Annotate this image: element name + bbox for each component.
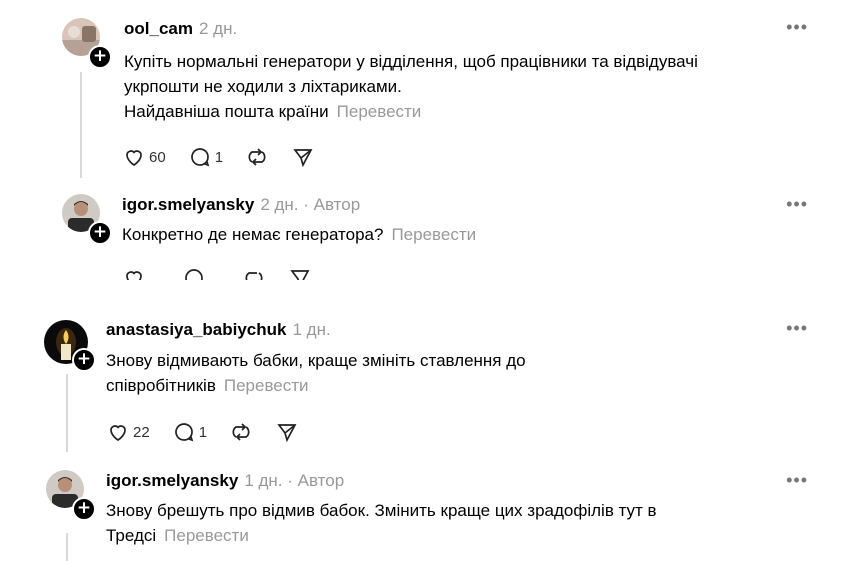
like-count: 60 [149,148,166,166]
reply-button[interactable] [182,266,206,280]
more-horizontal-icon[interactable]: ••• [786,318,808,339]
comment-text: Знову брешуть про відмив бабок. Змінить … [106,498,657,548]
send-icon [290,270,310,280]
timestamp: 2 дн. [198,19,238,38]
text-line-last: Найдавніша пошта країни Перевести [124,99,698,124]
share-button[interactable] [291,145,315,169]
follow-plus-icon[interactable]: + [72,497,96,521]
heart-icon [126,271,142,280]
follow-plus-icon[interactable]: + [72,348,96,372]
text-line: Знову брешуть про відмив бабок. Змінить … [106,501,657,520]
comment-meta: igor.smelyansky 2 дн. · Автор [122,195,360,215]
author-badge: · Автор [287,471,345,490]
comment-meta: anastasiya_babiychuk 1 дн. [106,320,331,340]
share-button[interactable] [275,420,299,444]
heart-icon [126,150,142,167]
timestamp: 2 дн. [260,195,299,214]
like-button[interactable]: 22 [106,420,150,444]
share-button[interactable] [288,266,312,280]
text-line: співробітників [106,376,216,395]
comment-icon [190,148,210,167]
more-horizontal-icon[interactable]: ••• [786,17,808,38]
text-line: Тредсі [106,526,157,545]
follow-plus-icon[interactable]: + [88,45,112,69]
send-icon [277,424,297,443]
more-horizontal-icon[interactable]: ••• [786,470,808,491]
username[interactable]: igor.smelyansky [106,471,238,490]
comment-text: Знову відмивають бабки, краще змініть ст… [106,348,526,398]
action-bar: 22 1 [106,420,321,444]
translate-link[interactable]: Перевести [391,225,476,244]
send-icon [293,149,313,168]
repost-icon [248,148,266,166]
translate-link[interactable]: Перевести [337,102,422,121]
thread-line [80,72,82,178]
comment-icon [185,269,203,280]
reply-count: 1 [214,148,224,166]
action-bar: 60 1 [122,145,337,169]
text-line: Купіть нормальні генератори у відділення… [124,52,698,71]
repost-button[interactable] [245,145,269,169]
comment-meta: ool_cam 2 дн. [124,19,237,39]
translate-link[interactable]: Перевести [164,526,249,545]
username[interactable]: igor.smelyansky [122,195,254,214]
like-count: 22 [133,423,150,441]
translate-link[interactable]: Перевести [224,376,309,395]
follow-plus-icon[interactable]: + [88,221,112,245]
username[interactable]: anastasiya_babiychuk [106,320,286,339]
timestamp: 1 дн. [244,471,283,490]
username[interactable]: ool_cam [124,19,193,38]
reply-button[interactable]: 1 [188,145,223,169]
text-line: Конкретно де немає генератора? [122,225,384,244]
action-bar [122,266,334,280]
comment-text: Купіть нормальні генератори у відділення… [124,49,698,124]
comment-text: Конкретно де немає генератора? Перевести [122,222,476,247]
thread-line [66,533,68,561]
reply-count: 1 [198,423,208,441]
like-button[interactable] [122,266,146,280]
action-bar-clipped [0,266,860,280]
text-line-last: співробітників Перевести [106,373,526,398]
text-line: укрпошти не ходили з ліхтариками. [124,77,402,96]
repost-icon [232,423,250,441]
text-line-last: Конкретно де немає генератора? Перевести [122,222,476,247]
repost-button[interactable] [229,420,253,444]
repost-button[interactable] [242,266,266,280]
timestamp: 1 дн. [292,320,331,339]
comment-meta: igor.smelyansky 1 дн. · Автор [106,471,344,491]
reply-button[interactable]: 1 [172,420,207,444]
more-horizontal-icon[interactable]: ••• [786,194,808,215]
text-line: Знову відмивають бабки, краще змініть ст… [106,351,526,370]
thread-line [66,374,68,452]
like-button[interactable]: 60 [122,145,166,169]
text-line-last: Тредсі Перевести [106,523,657,548]
heart-icon [110,425,126,442]
comment-icon [174,423,194,442]
repost-icon [245,272,263,280]
author-badge: · Автор [303,195,361,214]
text-line: Найдавніша пошта країни [124,102,329,121]
